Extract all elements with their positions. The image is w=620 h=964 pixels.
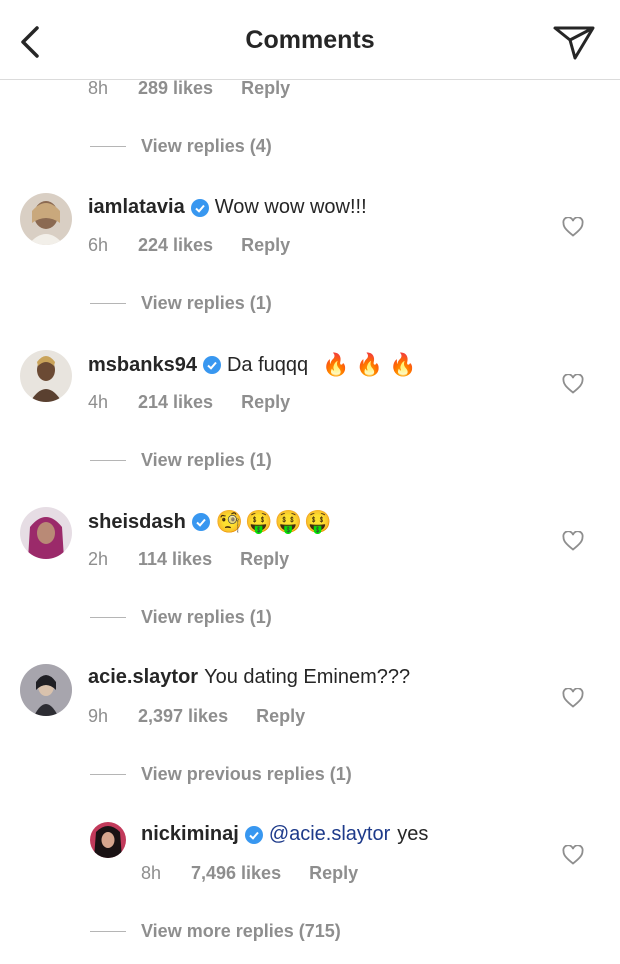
comment-likes[interactable]: 289 likes: [138, 78, 213, 99]
reply-time: 8h: [141, 863, 162, 883]
like-button[interactable]: [562, 687, 584, 708]
comment-username[interactable]: iamlatavia: [88, 196, 185, 219]
avatar[interactable]: [20, 350, 72, 402]
mention-link[interactable]: @acie.slaytor: [269, 823, 390, 846]
reply-button[interactable]: Reply: [240, 549, 289, 570]
comment-username[interactable]: sheisdash: [88, 511, 186, 534]
view-previous-replies-button[interactable]: View previous replies (1): [90, 764, 352, 785]
heart-icon: [562, 687, 584, 708]
heart-icon: [562, 530, 584, 551]
heart-icon: [562, 216, 584, 237]
comment-username[interactable]: acie.slaytor: [88, 666, 198, 689]
verified-badge-icon: [190, 198, 209, 217]
like-button[interactable]: [562, 844, 584, 865]
avatar[interactable]: [20, 507, 72, 559]
reply-text: yes: [397, 823, 429, 845]
like-button[interactable]: [562, 216, 584, 237]
divider-line: [90, 774, 126, 775]
comment-time: 6h: [88, 235, 109, 255]
page-title: Comments: [245, 26, 375, 54]
view-replies-button[interactable]: View replies (1): [90, 450, 272, 471]
comment-meta: 6h 224 likes Reply: [88, 235, 290, 256]
view-replies-label: View more replies (715): [141, 921, 341, 941]
reply-likes[interactable]: 7,496 likes: [191, 863, 281, 884]
reply-button[interactable]: Reply: [241, 78, 290, 99]
heart-icon: [562, 844, 584, 865]
comment-time: 9h: [88, 706, 109, 726]
avatar[interactable]: [90, 822, 126, 858]
reply-button[interactable]: Reply: [241, 235, 290, 256]
reply-button[interactable]: Reply: [256, 706, 305, 727]
divider-line: [90, 617, 126, 618]
divider-line: [90, 146, 126, 147]
comment-time: 2h: [88, 549, 109, 569]
comment-body: msbanks94 Da fuqqq 🔥 🔥 🔥: [88, 352, 423, 378]
comment-meta: 4h 214 likes Reply: [88, 392, 290, 413]
comment-meta: 9h 2,397 likes Reply: [88, 706, 305, 727]
verified-badge-icon: [202, 356, 221, 374]
comment-likes[interactable]: 224 likes: [138, 235, 213, 256]
view-replies-button[interactable]: View replies (1): [90, 607, 272, 628]
reply-meta: 8h 7,496 likes Reply: [141, 863, 358, 884]
comment-text: Da fuqqq: [226, 353, 309, 376]
comment-meta: 8h 289 likes Reply: [88, 78, 290, 99]
heart-icon: [562, 373, 584, 394]
comment-time: 8h: [88, 78, 109, 98]
divider-line: [90, 303, 126, 304]
comment-time: 4h: [88, 392, 109, 412]
share-button[interactable]: [552, 22, 596, 62]
view-replies-button[interactable]: View replies (1): [90, 293, 272, 314]
reply-username[interactable]: nickiminaj: [141, 823, 239, 846]
header-bar: Comments: [0, 0, 620, 80]
avatar[interactable]: [20, 664, 72, 716]
comment-body: acie.slaytor You dating Eminem???: [88, 666, 410, 689]
reply-button[interactable]: Reply: [241, 392, 290, 413]
comment-username[interactable]: msbanks94: [88, 354, 197, 377]
comment-likes[interactable]: 2,397 likes: [138, 706, 228, 727]
avatar[interactable]: [20, 193, 72, 245]
view-replies-label: View replies (1): [141, 450, 272, 470]
comment-text: Wow wow wow!!!: [214, 196, 367, 218]
verified-badge-icon: [191, 513, 210, 531]
reply-body: nickiminaj @acie.slaytor yes: [141, 823, 428, 846]
view-replies-button[interactable]: View replies (4): [90, 136, 272, 157]
comment-body: iamlatavia Wow wow wow!!!: [88, 196, 367, 219]
comment-likes[interactable]: 114 likes: [138, 549, 212, 570]
view-replies-label: View replies (1): [141, 607, 272, 627]
comment-likes[interactable]: 214 likes: [138, 392, 213, 413]
comment-emoji: 🔥 🔥 🔥: [322, 352, 417, 377]
paper-plane-icon: [553, 26, 595, 60]
divider-line: [90, 931, 126, 932]
divider-line: [90, 460, 126, 461]
reply-button[interactable]: Reply: [309, 863, 358, 884]
view-more-replies-button[interactable]: View more replies (715): [90, 921, 341, 942]
comment-meta: 2h 114 likes Reply: [88, 549, 289, 570]
like-button[interactable]: [562, 530, 584, 551]
view-replies-label: View previous replies (1): [141, 764, 352, 784]
view-replies-label: View replies (1): [141, 293, 272, 313]
comment-text: You dating Eminem???: [204, 666, 411, 688]
comment-emoji: 🧐🤑🤑🤑: [215, 509, 334, 534]
like-button[interactable]: [562, 373, 584, 394]
verified-badge-icon: [244, 825, 263, 844]
comment-body: sheisdash 🧐🤑🤑🤑: [88, 509, 339, 535]
view-replies-label: View replies (4): [141, 136, 272, 156]
